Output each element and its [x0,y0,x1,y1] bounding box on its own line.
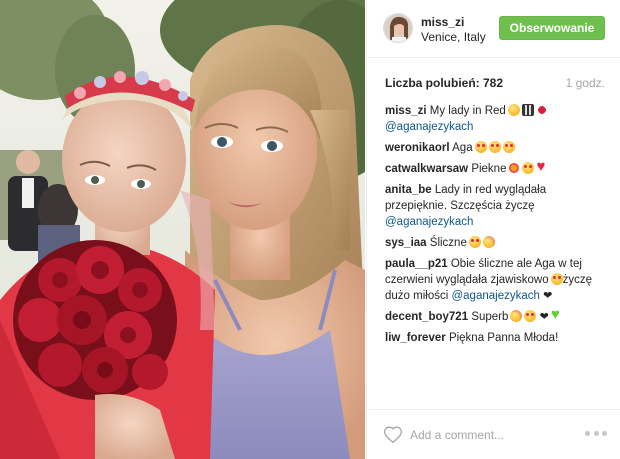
heart-eyes-emoji-icon [488,141,501,153]
more-dot [585,431,590,436]
follow-button[interactable]: Obserwowanie [499,16,605,40]
comment-item: sys_iaa Śliczne [385,235,607,251]
heart-eyes-emoji-icon [550,273,563,285]
blush-emoji-icon [482,236,495,248]
comment-username[interactable]: decent_boy721 [385,311,468,323]
mention-link[interactable]: @aganajezykach [385,121,473,133]
rose-emoji-icon [535,104,548,116]
comment-username[interactable]: paula__p21 [385,258,448,270]
heart-outline-icon[interactable] [383,425,403,445]
comment-username[interactable]: catwalkwarsaw [385,163,468,175]
more-options-icon[interactable] [585,431,607,439]
comment-item: catwalkwarsaw Piekne [385,159,607,177]
avatar-image [384,14,412,42]
sparkle-emoji-icon [508,162,521,174]
heart-eyes-emoji-icon [524,310,537,322]
comment-text: My lady in Red [429,105,506,117]
post-details-panel: miss_zi Venice, Italy Obserwowanie Liczb… [366,0,620,459]
black-heart-text: ❤ [543,290,553,302]
comment-text: Aga [452,142,473,154]
comment-item: paula__p21 Obie śliczne ale Aga w tej cz… [385,256,607,304]
post-time[interactable]: 1 godz. [566,76,605,90]
post-header: miss_zi Venice, Italy Obserwowanie [367,0,620,58]
heart-eyes-emoji-icon [468,236,481,248]
comment-username[interactable]: miss_zi [385,105,427,117]
comment-username[interactable]: liw_forever [385,332,446,344]
comment-item: decent_boy721 Superb ❤ [385,307,607,325]
red-heart-emoji-icon [536,159,548,175]
comment-text: Superb [471,311,509,323]
comment-item: anita_be Lady in red wyglądała przepiękn… [385,182,607,230]
comment-text: Śliczne [429,237,467,249]
post-username[interactable]: miss_zi [421,15,464,29]
more-dot [593,431,599,436]
comments-list: miss_zi My lady in Red @aganajezykach wero… [385,103,607,351]
comment-bar [367,409,620,459]
heart-eyes-emoji-icon [522,162,535,174]
mention-link[interactable]: @aganajezykach [385,216,473,228]
likes-count[interactable]: Liczba polubień: 782 [385,76,503,90]
more-dot [602,431,607,436]
smile-emoji-icon [507,104,520,116]
comment-username[interactable]: anita_be [385,184,432,196]
avatar[interactable] [383,13,413,43]
post-location[interactable]: Venice, Italy [421,30,486,44]
comment-text: Piekne [471,163,507,175]
black-heart-text: ❤ [539,311,549,323]
green-heart-emoji-icon [551,307,563,323]
post-image [0,0,365,459]
likes-row: Liczba polubień: 782 1 godz. [385,76,605,92]
comment-username[interactable]: sys_iaa [385,237,427,249]
comment-input[interactable] [410,425,570,445]
blush-emoji-icon [510,310,523,322]
film-emoji-icon [521,104,534,116]
comment-text: Piękna Panna Młoda! [448,332,559,344]
mention-link[interactable]: @aganajezykach [451,290,539,302]
comment-item: liw_forever Piękna Panna Młoda! [385,330,607,346]
comment-username[interactable]: weronikaorl [385,142,450,154]
post-photo[interactable] [0,0,365,459]
comment-item: weronikaorl Aga [385,140,607,156]
comment-item: miss_zi My lady in Red @aganajezykach [385,103,607,135]
heart-eyes-emoji-icon [502,141,515,153]
heart-eyes-emoji-icon [474,141,487,153]
